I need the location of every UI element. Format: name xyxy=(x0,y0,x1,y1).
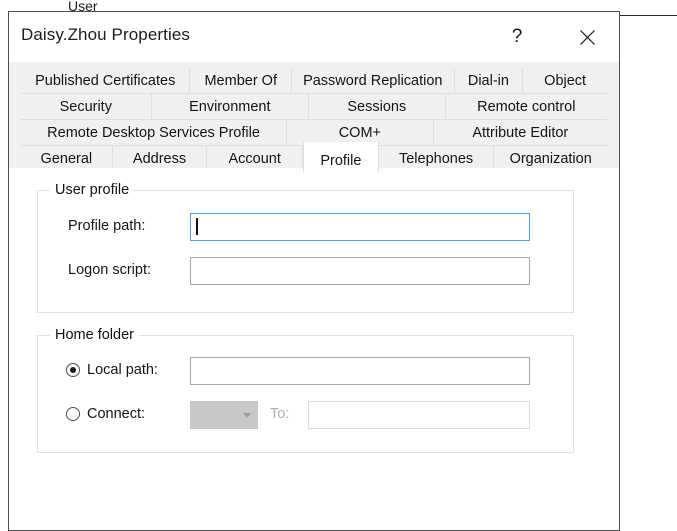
connect-label: Connect: xyxy=(87,406,146,422)
tab-label: Telephones xyxy=(398,150,474,167)
tab-label: General xyxy=(40,150,93,167)
tab-environment[interactable]: Environment xyxy=(151,94,310,120)
tab-object[interactable]: Object xyxy=(523,68,607,94)
tab-label: Environment xyxy=(189,98,271,115)
tab-label: Address xyxy=(132,150,187,167)
logon-script-label: Logon script: xyxy=(68,262,152,278)
tab-published-certificates[interactable]: Published Certificates xyxy=(21,68,191,94)
local-path-label: Local path: xyxy=(87,362,158,378)
connect-to-label: To: xyxy=(270,406,290,422)
profile-path-label: Profile path: xyxy=(68,218,146,234)
text-caret xyxy=(196,218,198,235)
local-path-radio[interactable]: Local path: xyxy=(66,362,158,378)
tab-security[interactable]: Security xyxy=(21,94,152,120)
connect-radio[interactable]: Connect: xyxy=(66,406,145,422)
tab-label: Dial-in xyxy=(467,72,509,89)
tab-profile[interactable]: Profile xyxy=(303,142,379,172)
tab-sessions[interactable]: Sessions xyxy=(309,94,446,120)
tab-label: Organization xyxy=(509,150,592,167)
tab-label: Password Replication xyxy=(303,72,443,89)
tab-strip: Published Certificates Member Of Password … xyxy=(9,62,619,172)
user-profile-group-title: User profile xyxy=(50,182,135,198)
help-button[interactable]: ? xyxy=(495,22,539,52)
connect-drive-select[interactable] xyxy=(190,401,258,429)
tab-password-replication[interactable]: Password Replication xyxy=(292,68,455,94)
radio-unselected-icon xyxy=(66,407,80,421)
home-folder-group: Home folder Local path: Connect: To: xyxy=(37,327,574,453)
tab-label: Remote control xyxy=(477,98,576,115)
tab-member-of[interactable]: Member Of xyxy=(190,68,293,94)
close-button[interactable] xyxy=(565,22,609,52)
tab-label: Published Certificates xyxy=(35,72,176,89)
tab-label: Object xyxy=(544,72,587,89)
tab-row-1: Published Certificates Member Of Password … xyxy=(21,68,607,94)
tab-label: COM+ xyxy=(338,124,381,141)
logon-script-input[interactable] xyxy=(190,257,530,285)
home-folder-group-title: Home folder xyxy=(50,327,139,343)
tab-label: Member Of xyxy=(204,72,277,89)
tab-label: Account xyxy=(228,150,281,167)
local-path-input[interactable] xyxy=(190,357,530,385)
tab-attribute-editor[interactable]: Attribute Editor xyxy=(433,120,607,146)
close-x-icon xyxy=(579,29,596,46)
user-profile-group: User profile Profile path: Logon script: xyxy=(37,182,574,313)
tab-label: Remote Desktop Services Profile xyxy=(47,124,260,141)
tab-remote-desktop-services-profile[interactable]: Remote Desktop Services Profile xyxy=(21,120,288,146)
tab-label: Profile xyxy=(320,153,362,169)
profile-path-input[interactable] xyxy=(190,213,530,241)
properties-dialog: Daisy.Zhou Properties ? Published Certif… xyxy=(8,11,620,531)
tab-label: Security xyxy=(59,98,112,115)
tab-label: Attribute Editor xyxy=(472,124,569,141)
question-mark-icon: ? xyxy=(511,26,523,47)
dialog-titlebar: Daisy.Zhou Properties ? xyxy=(9,12,619,62)
tab-dial-in[interactable]: Dial-in xyxy=(454,68,524,94)
chevron-down-icon xyxy=(243,412,251,418)
tab-label: Sessions xyxy=(347,98,407,115)
tab-row-2: Security Environment Sessions Remote contro… xyxy=(21,94,607,120)
profile-tab-panel: User profile Profile path: Logon script:… xyxy=(9,168,619,530)
connect-to-input[interactable] xyxy=(308,401,530,429)
profile-path-field-wrap xyxy=(190,213,530,241)
dialog-title: Daisy.Zhou Properties xyxy=(21,25,191,44)
radio-selected-icon xyxy=(66,363,80,377)
tab-remote-control[interactable]: Remote control xyxy=(445,94,607,120)
